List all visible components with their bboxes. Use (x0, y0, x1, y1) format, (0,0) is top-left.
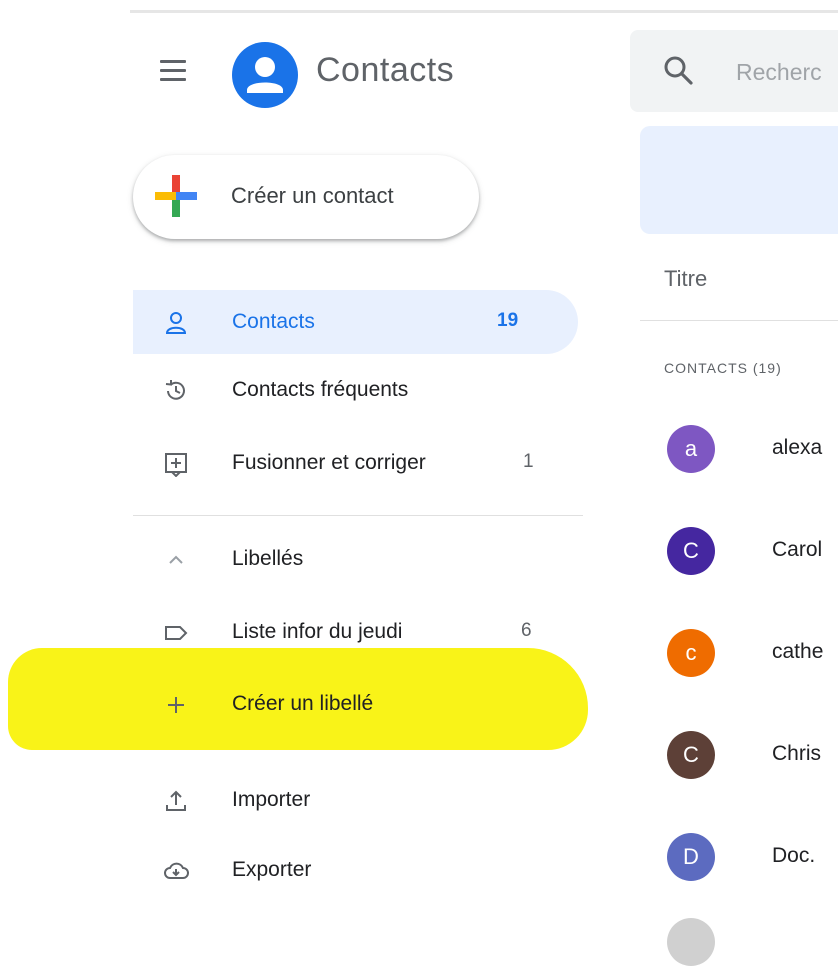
nav-label-export: Exporter (232, 858, 312, 881)
column-header-title[interactable]: Titre (664, 266, 707, 292)
nav-label-contacts: Contacts (232, 310, 315, 333)
search-bar[interactable]: Recherc (630, 30, 838, 112)
hamburger-menu-icon[interactable] (160, 60, 186, 82)
search-placeholder[interactable]: Recherc (736, 59, 822, 86)
nav-label-frequent-contacts: Contacts fréquents (232, 378, 409, 401)
contact-name: alexa (772, 436, 823, 459)
nav-item-import[interactable]: Importer (133, 768, 578, 832)
contacts-section-label: CONTACTS (19) (664, 360, 782, 376)
label-tag-icon (165, 626, 188, 640)
cloud-download-icon (164, 862, 189, 879)
app-title: Contacts (316, 51, 455, 89)
plus-icon (168, 697, 184, 713)
nav-divider (133, 515, 583, 516)
contact-row[interactable]: C Carol (640, 522, 838, 592)
create-contact-button[interactable]: Créer un contact (133, 155, 479, 239)
contact-avatar: C (667, 527, 715, 575)
labels-section-title: Libellés (232, 547, 304, 570)
contact-name: cathe (772, 640, 824, 663)
nav-count-liste-infor: 6 (521, 620, 532, 641)
merge-fix-icon (165, 453, 187, 477)
contact-name: Doc. (772, 844, 816, 867)
nav-count-contacts: 19 (497, 310, 519, 331)
contact-avatar-partial (667, 918, 715, 966)
colorful-plus-icon (155, 175, 197, 217)
labels-section-header[interactable]: Libellés (133, 527, 578, 591)
info-banner (640, 126, 838, 234)
contact-avatar: a (667, 425, 715, 473)
list-header-divider (640, 320, 838, 321)
top-border (130, 10, 838, 13)
nav-label-liste-infor: Liste infor du jeudi (232, 620, 403, 643)
contact-name: Chris (772, 742, 822, 765)
person-icon (165, 312, 187, 334)
nav-label-import: Importer (232, 788, 311, 811)
nav-item-export[interactable]: Exporter (133, 838, 578, 902)
contact-avatar: C (667, 731, 715, 779)
contact-row[interactable]: C Chris (640, 726, 838, 796)
nav-item-frequent-contacts[interactable]: Contacts fréquents (133, 358, 578, 422)
nav-count-merge-fix: 1 (523, 451, 534, 472)
nav-label-merge-fix: Fusionner et corriger (232, 451, 426, 474)
contact-row[interactable]: c cathe (640, 624, 838, 694)
contact-row[interactable]: a alexa (640, 420, 838, 490)
chevron-up-icon (169, 555, 183, 564)
history-icon (165, 380, 185, 400)
contact-row[interactable]: D Doc. (640, 828, 838, 898)
create-label-label: Créer un libellé (232, 692, 374, 715)
contacts-logo-icon (232, 42, 298, 108)
create-contact-label: Créer un contact (231, 183, 394, 208)
create-label-button[interactable]: Créer un libellé (133, 672, 578, 736)
search-icon (664, 56, 693, 85)
nav-item-contacts[interactable]: Contacts 19 (133, 290, 578, 354)
upload-icon (166, 790, 186, 811)
contact-avatar: c (667, 629, 715, 677)
contact-name: Carol (772, 538, 823, 561)
contact-avatar: D (667, 833, 715, 881)
nav-item-merge-fix[interactable]: Fusionner et corriger 1 (133, 431, 578, 495)
